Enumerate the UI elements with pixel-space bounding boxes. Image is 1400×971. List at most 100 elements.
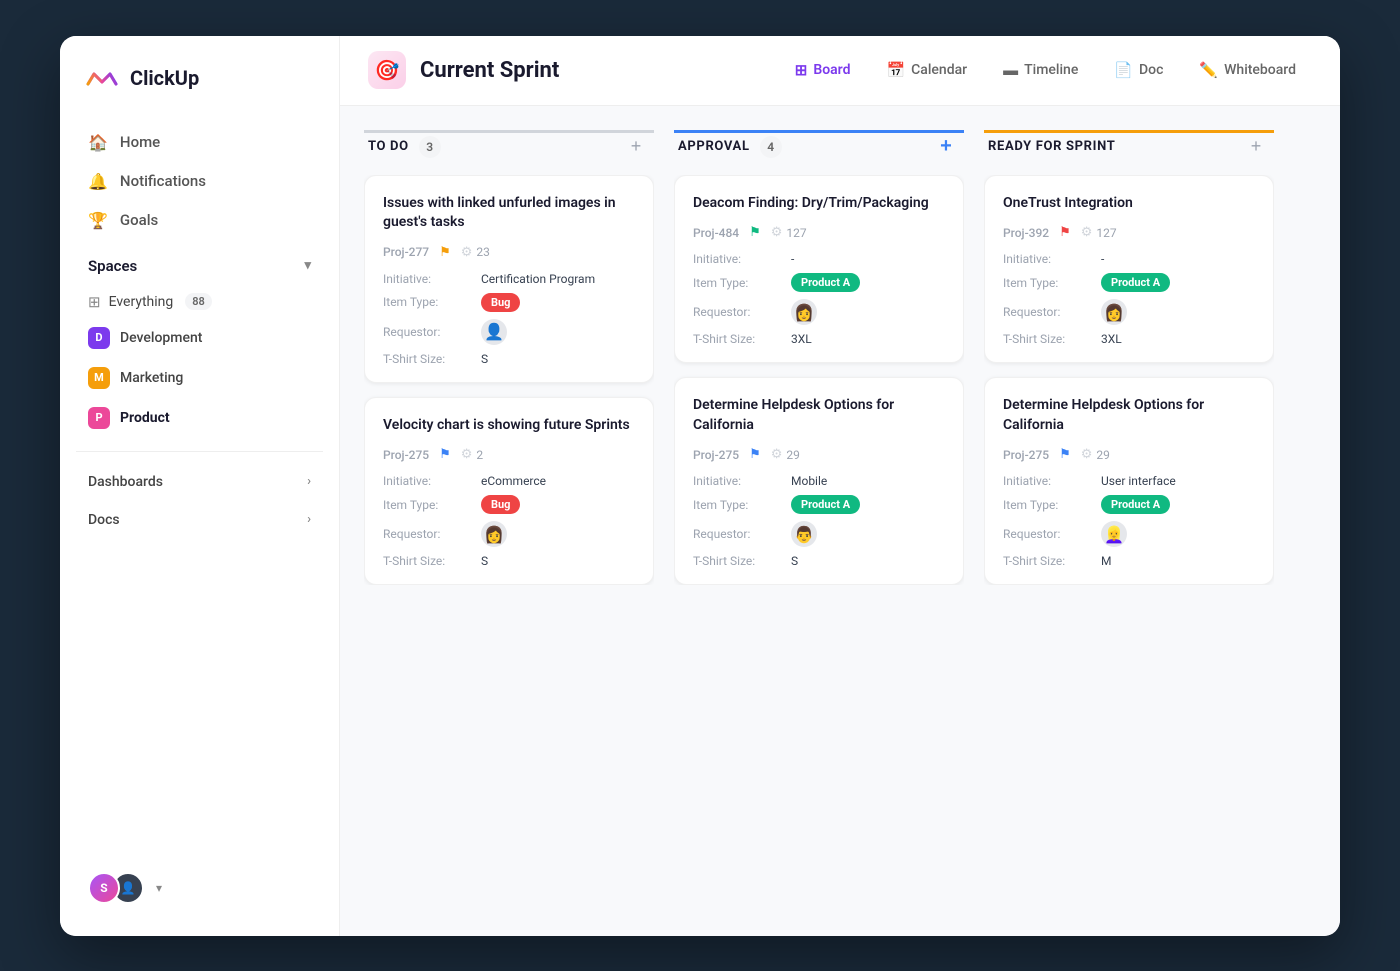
tab-board[interactable]: ⊞ Board <box>779 53 867 87</box>
card-ready-2-proj: Proj-275 <box>1003 448 1049 462</box>
sidebar-item-everything[interactable]: ⊞ Everything 88 <box>76 285 323 319</box>
card-ready-1-meta: Proj-392 ⚑ ⚙ 127 <box>1003 225 1255 240</box>
board-tab-label: Board <box>813 62 850 78</box>
sidebar-item-goals[interactable]: 🏆 Goals <box>76 202 323 239</box>
card-approval-1-title: Deacom Finding: Dry/Trim/Packaging <box>693 194 945 214</box>
field-tshirt-label: T-Shirt Size: <box>383 352 473 366</box>
development-label: Development <box>120 330 202 346</box>
score-icon-a2: ⚙ <box>771 447 783 462</box>
column-todo-cards: Issues with linked unfurled images in gu… <box>364 175 654 586</box>
column-approval-count: 4 <box>760 136 782 158</box>
sidebar: ClickUp 🏠 Home 🔔 Notifications 🏆 Goals S… <box>60 36 340 936</box>
product-badge-r2: Product A <box>1101 495 1170 514</box>
field-initiative-label-r2: Initiative: <box>1003 474 1093 488</box>
card-approval-2-initiative: Mobile <box>791 474 945 488</box>
field-tshirt-label-a2: T-Shirt Size: <box>693 554 783 568</box>
spaces-chevron-icon: ▾ <box>304 258 311 273</box>
calendar-tab-label: Calendar <box>911 62 967 78</box>
card-ready-1: OneTrust Integration Proj-392 ⚑ ⚙ 127 In… <box>984 175 1274 364</box>
card-approval-1-proj: Proj-484 <box>693 226 739 240</box>
sprint-icon: 🎯 <box>368 51 406 89</box>
card-approval-1-tshirt: 3XL <box>791 332 945 346</box>
card-todo-1-requestor <box>481 319 635 345</box>
dashboards-label: Dashboards <box>88 474 163 490</box>
sidebar-item-marketing[interactable]: M Marketing <box>76 359 323 397</box>
sidebar-item-product[interactable]: P Product <box>76 399 323 437</box>
requestor-avatar-a1 <box>791 299 817 325</box>
sidebar-divider <box>76 451 323 452</box>
field-initiative-label-a1: Initiative: <box>693 252 783 266</box>
bug-badge: Bug <box>481 293 520 312</box>
card-approval-1-fields: Initiative: - Item Type: Product A Reque… <box>693 252 945 346</box>
board-tab-icon: ⊞ <box>795 61 808 79</box>
column-todo: TO DO 3 + Issues with linked unfurled im… <box>364 130 654 912</box>
whiteboard-tab-label: Whiteboard <box>1224 62 1296 78</box>
clickup-logo-icon <box>84 60 120 96</box>
column-ready-title-row: READY FOR SPRINT <box>988 139 1115 154</box>
score-icon-r2: ⚙ <box>1081 447 1093 462</box>
field-initiative-label-r1: Initiative: <box>1003 252 1093 266</box>
score-icon-2: ⚙ <box>461 447 473 462</box>
card-todo-1-flag-icon: ⚑ <box>439 245 451 260</box>
calendar-tab-icon: 📅 <box>886 61 905 79</box>
doc-tab-label: Doc <box>1139 62 1163 78</box>
field-tshirt-label-2: T-Shirt Size: <box>383 554 473 568</box>
card-ready-2-fields: Initiative: User interface Item Type: Pr… <box>1003 474 1255 568</box>
product-badge-r1: Product A <box>1101 273 1170 292</box>
spaces-section-header[interactable]: Spaces ▾ <box>76 241 323 285</box>
card-todo-1-meta: Proj-277 ⚑ ⚙ 23 <box>383 245 635 260</box>
card-approval-1-meta: Proj-484 ⚑ ⚙ 127 <box>693 225 945 240</box>
avatar-user-1: S <box>88 872 120 904</box>
card-approval-2-score: ⚙ 29 <box>771 447 800 462</box>
card-approval-2-meta: Proj-275 ⚑ ⚙ 29 <box>693 447 945 462</box>
card-todo-2-title: Velocity chart is showing future Sprints <box>383 416 635 436</box>
sidebar-item-notifications[interactable]: 🔔 Notifications <box>76 163 323 200</box>
field-itemtype-label: Item Type: <box>383 293 473 312</box>
sidebar-item-dashboards[interactable]: Dashboards › <box>76 464 323 500</box>
card-ready-1-initiative: - <box>1101 252 1255 266</box>
sidebar-item-development[interactable]: D Development <box>76 319 323 357</box>
marketing-label: Marketing <box>120 370 183 386</box>
column-todo-count: 3 <box>419 136 441 158</box>
column-approval-title-row: APPROVAL 4 <box>678 136 782 158</box>
card-ready-2-meta: Proj-275 ⚑ ⚙ 29 <box>1003 447 1255 462</box>
card-ready-2-flag-icon: ⚑ <box>1059 447 1071 462</box>
column-ready-add-button[interactable]: + <box>1242 133 1270 161</box>
main-header: 🎯 Current Sprint ⊞ Board 📅 Calendar ▬ Ti… <box>340 36 1340 106</box>
card-todo-2-proj: Proj-275 <box>383 448 429 462</box>
tab-doc[interactable]: 📄 Doc <box>1098 53 1179 87</box>
column-todo-add-button[interactable]: + <box>622 133 650 161</box>
card-todo-2-flag-icon: ⚑ <box>439 447 451 462</box>
field-itemtype-label-r2: Item Type: <box>1003 495 1093 514</box>
spaces-label: Spaces <box>88 257 137 275</box>
card-todo-1-title: Issues with linked unfurled images in gu… <box>383 194 635 233</box>
sidebar-item-home[interactable]: 🏠 Home <box>76 124 323 161</box>
column-approval-cards: Deacom Finding: Dry/Trim/Packaging Proj-… <box>674 175 964 586</box>
field-requestor-label-a2: Requestor: <box>693 521 783 547</box>
column-approval-add-button[interactable]: + <box>932 133 960 161</box>
card-approval-1-itemtype: Product A <box>791 273 945 292</box>
score-icon-r1: ⚙ <box>1081 225 1093 240</box>
tab-whiteboard[interactable]: ✏️ Whiteboard <box>1183 53 1312 87</box>
card-ready-1-flag-icon: ⚑ <box>1059 225 1071 240</box>
card-approval-1: Deacom Finding: Dry/Trim/Packaging Proj-… <box>674 175 964 364</box>
card-todo-2-initiative: eCommerce <box>481 474 635 488</box>
app-container: ClickUp 🏠 Home 🔔 Notifications 🏆 Goals S… <box>60 36 1340 936</box>
tab-calendar[interactable]: 📅 Calendar <box>870 53 983 87</box>
field-itemtype-label-2: Item Type: <box>383 495 473 514</box>
card-ready-2-tshirt: M <box>1101 554 1255 568</box>
requestor-avatar-r1 <box>1101 299 1127 325</box>
field-requestor-label-r1: Requestor: <box>1003 299 1093 325</box>
sidebar-item-docs[interactable]: Docs › <box>76 502 323 538</box>
card-ready-2-requestor <box>1101 521 1255 547</box>
card-todo-2-fields: Initiative: eCommerce Item Type: Bug Req… <box>383 474 635 568</box>
card-approval-1-score: ⚙ 127 <box>771 225 807 240</box>
docs-label: Docs <box>88 512 120 528</box>
column-ready-title: READY FOR SPRINT <box>988 139 1115 154</box>
column-todo-header: TO DO 3 + <box>364 130 654 175</box>
sidebar-goals-label: Goals <box>120 211 158 229</box>
column-todo-title: TO DO <box>368 139 409 154</box>
tab-timeline[interactable]: ▬ Timeline <box>987 53 1094 87</box>
field-requestor-label-2: Requestor: <box>383 521 473 547</box>
field-requestor-label: Requestor: <box>383 319 473 345</box>
